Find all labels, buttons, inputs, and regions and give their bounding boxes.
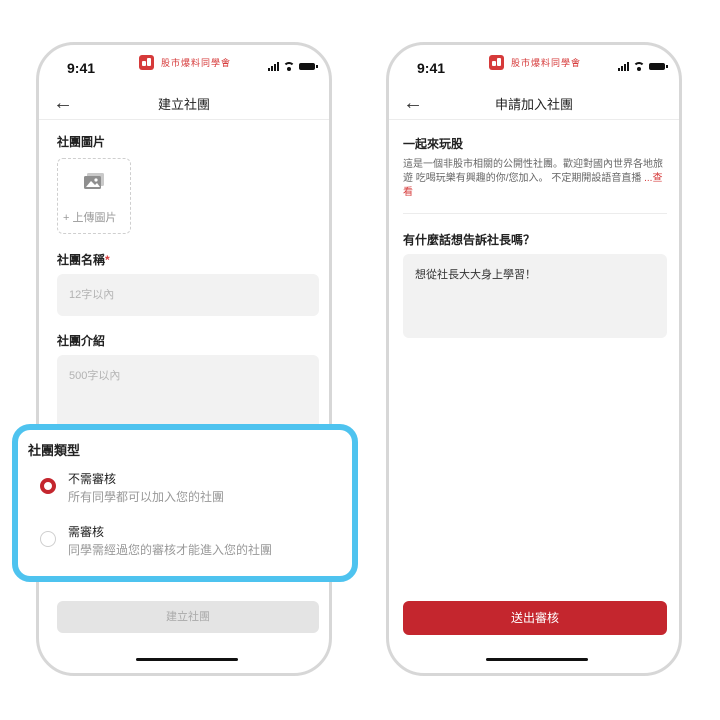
photo-label: 社團圖片	[57, 135, 106, 149]
group-intro-placeholder: 500字以內	[69, 370, 121, 382]
status-time: 9:41	[417, 60, 446, 76]
status-icons	[268, 62, 318, 71]
nav-bar: ← 申請加入社團	[389, 89, 679, 120]
message-input[interactable]: 想從社長大大身上學習！	[403, 254, 667, 338]
upload-label: + 上傳圖片	[63, 212, 117, 224]
page-title: 申請加入社團	[494, 97, 573, 112]
status-app-name: 股市爆料同學會	[511, 58, 582, 68]
option-no-review[interactable]: 不需審核 所有同學都可以加入您的社團	[40, 470, 340, 508]
name-label-text: 社團名稱	[57, 253, 106, 267]
home-indicator	[136, 658, 238, 661]
name-label: 社團名稱*	[57, 251, 110, 268]
status-time: 9:41	[67, 60, 96, 76]
radio-selected[interactable]	[40, 478, 56, 494]
upload-image-button[interactable]: + 上傳圖片	[57, 158, 131, 234]
required-mark: *	[105, 253, 110, 267]
page-title: 建立社團	[157, 97, 210, 112]
signal-icon	[618, 62, 629, 71]
status-app-name: 股市爆料同學會	[161, 58, 232, 68]
group-name-input[interactable]: 12字以內	[57, 274, 319, 316]
option-title: 不需審核	[68, 472, 117, 486]
group-type-panel: 社團類型 不需審核 所有同學都可以加入您的社團 需審核 同學需經過您的審核才能進…	[12, 424, 358, 582]
app-logo-icon	[489, 55, 504, 70]
submit-review-button[interactable]: 送出審核	[403, 601, 667, 635]
status-bar: 9:41 股市爆料同學會	[389, 45, 679, 89]
wifi-icon	[633, 62, 645, 71]
option-description: 同學需經過您的審核才能進入您的社團	[68, 543, 273, 557]
wifi-icon	[283, 62, 295, 71]
home-indicator	[486, 658, 588, 661]
join-group-phone: 9:41 股市爆料同學會 ← 申請加入社團 一起來玩股 這是一個非股市相關的公開…	[386, 42, 682, 676]
app-logo-icon	[139, 55, 154, 70]
battery-icon	[299, 63, 318, 70]
group-description: 這是一個非股市相關的公開性社團。歡迎對國內世界各地旅遊 吃喝玩樂有興趣的你/您加…	[403, 158, 669, 200]
radio-unselected[interactable]	[40, 531, 56, 547]
intro-label: 社團介紹	[57, 334, 106, 348]
question-label: 有什麼話想告訴社長嗎？	[403, 233, 536, 247]
create-group-button[interactable]: 建立社團	[57, 601, 319, 633]
status-bar: 9:41 股市爆料同學會	[39, 45, 329, 89]
status-app: 股市爆料同學會	[489, 55, 581, 70]
group-name-placeholder: 12字以內	[69, 289, 115, 301]
group-name: 一起來玩股	[403, 137, 464, 151]
option-review-required[interactable]: 需審核 同學需經過您的審核才能進入您的社團	[40, 523, 340, 561]
nav-bar: ← 建立社團	[39, 89, 329, 120]
divider	[403, 213, 667, 214]
status-icons	[618, 62, 668, 71]
signal-icon	[268, 62, 279, 71]
status-app: 股市爆料同學會	[139, 55, 231, 70]
group-type-title: 社團類型	[28, 443, 81, 458]
group-description-text: 這是一個非股市相關的公開性社團。歡迎對國內世界各地旅遊 吃喝玩樂有興趣的你/您加…	[403, 159, 663, 184]
message-text: 想從社長大大身上學習！	[415, 269, 536, 281]
option-title: 需審核	[68, 525, 105, 539]
battery-icon	[649, 63, 668, 70]
image-icon	[84, 173, 104, 189]
option-description: 所有同學都可以加入您的社團	[68, 490, 225, 504]
